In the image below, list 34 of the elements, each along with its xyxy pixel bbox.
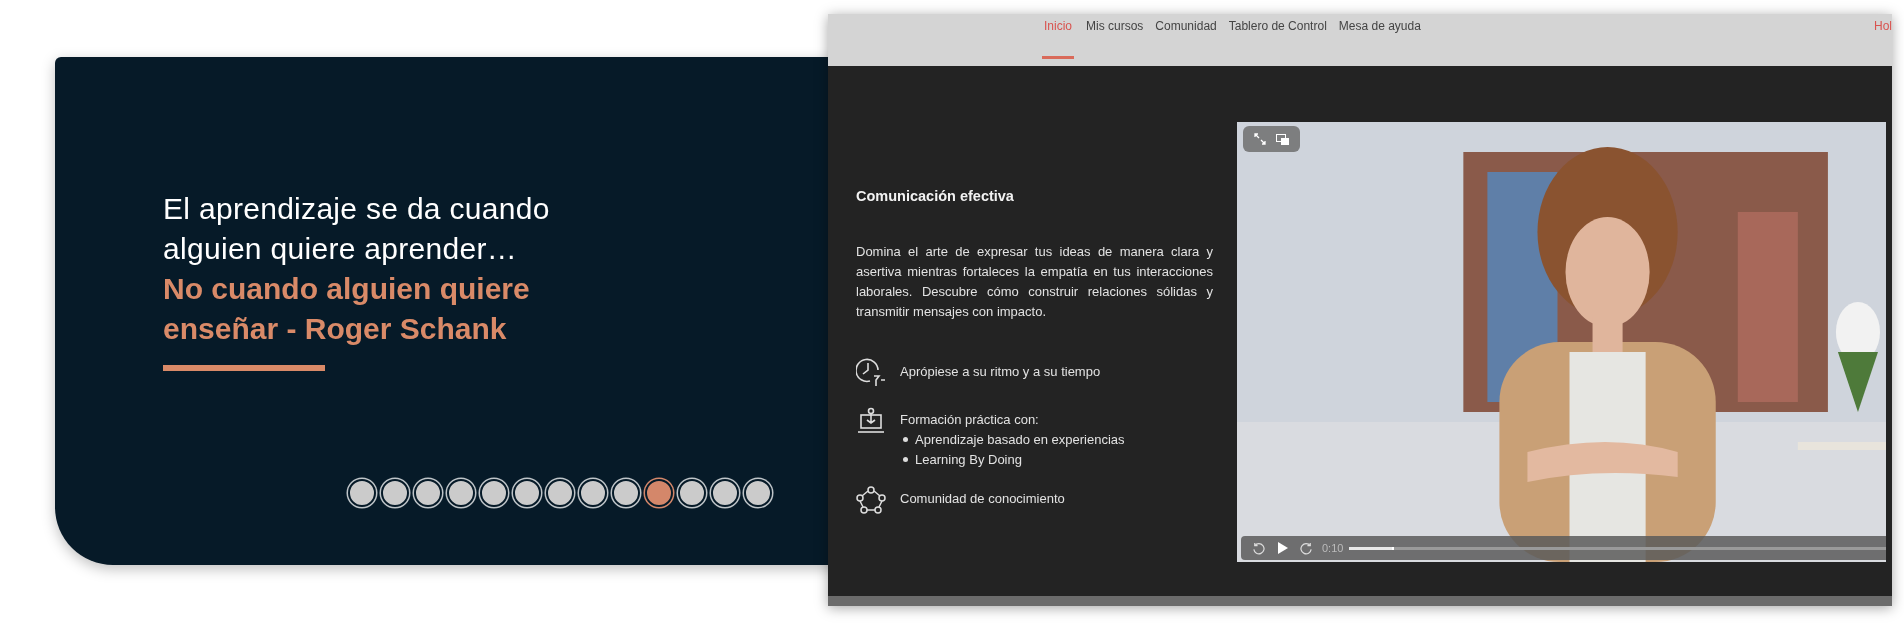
clock-icon	[856, 358, 886, 388]
feature-text: Formación práctica con:	[900, 412, 1040, 427]
bullet-text: Learning By Doing	[915, 452, 1022, 467]
slide-dot[interactable]	[480, 479, 508, 507]
video-time: 0:10	[1322, 542, 1344, 554]
slide-dot[interactable]	[711, 479, 739, 507]
slide-dot[interactable]	[612, 479, 640, 507]
slide-dot[interactable]	[513, 479, 541, 507]
laptop-icon	[856, 406, 886, 436]
fullscreen-button[interactable]	[1251, 130, 1269, 148]
course-title: Comunicación efectiva	[856, 188, 1015, 204]
nav-tab[interactable]: Mesa de ayuda	[1338, 14, 1421, 56]
slide-dot[interactable]	[447, 479, 475, 507]
slide-dot[interactable]	[645, 479, 673, 507]
progress-track[interactable]	[1349, 546, 1886, 550]
quote-author-text: No cuando alguien quiere enseñar - Roger Schank	[163, 271, 531, 347]
nav-tab[interactable]: Mis cursos	[1086, 14, 1144, 56]
nav-tab[interactable]: Tablero de Control	[1228, 14, 1327, 56]
slide-dot[interactable]	[678, 479, 706, 507]
slide-dot[interactable]	[414, 479, 442, 507]
nav-tab[interactable]: Comunidad	[1155, 14, 1217, 56]
people-network-icon	[856, 485, 886, 515]
quote-text: El aprendizaje se da cuando alguien quiere aprender…	[163, 191, 551, 267]
feature-text: Aprópiese a su ritmo y a su tiempo	[900, 364, 1101, 379]
bullet-text: Aprendizaje basado en experiencias	[915, 432, 1125, 447]
bullet-icon	[903, 437, 908, 442]
slide-dot[interactable]	[381, 479, 409, 507]
slide-dot[interactable]	[546, 479, 574, 507]
slide-dot[interactable]	[348, 479, 376, 507]
course-description: Domina el arte de expresar tus ideas de manera clara y asertiva mientras fortaleces la empatía en tus interacciones laborales. Descubre cómo construir relaciones sólidas y transmitir mensajes con impacto.	[856, 243, 1213, 321]
feature-text: Comunidad de conocimiento	[900, 491, 1065, 506]
slide-dot[interactable]	[744, 479, 772, 507]
bullet-icon	[903, 457, 908, 462]
slide-dot[interactable]	[579, 479, 607, 507]
